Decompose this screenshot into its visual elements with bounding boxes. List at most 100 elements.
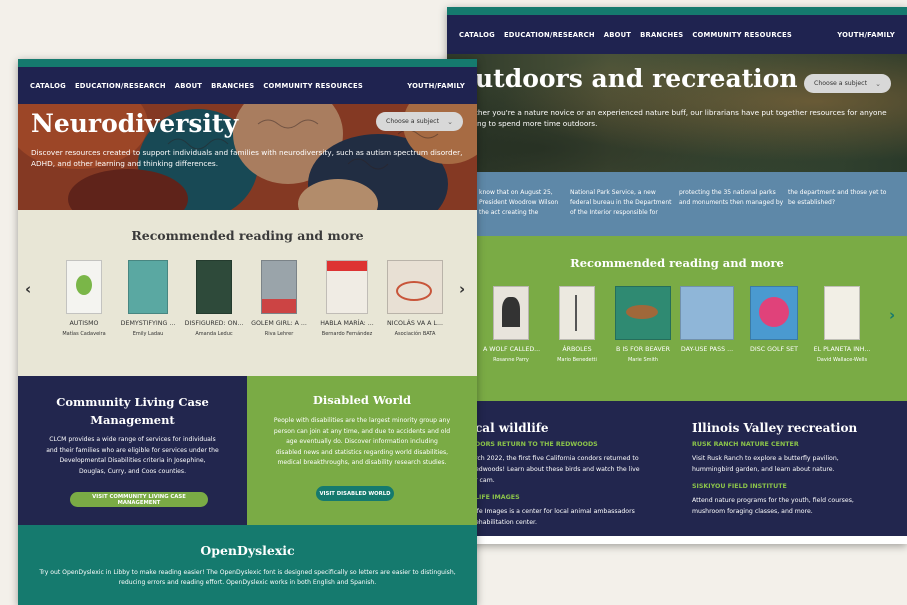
book-author: Asociación BATA bbox=[394, 331, 436, 337]
carousel-next-icon[interactable]: › bbox=[889, 306, 895, 324]
nav-youth-family[interactable]: YOUTH/FAMILY bbox=[407, 82, 465, 90]
wildlife-sub-condors[interactable]: DORS RETURN TO THE REDWOODS bbox=[475, 441, 675, 448]
book-item[interactable]: AUTISMO Matías Cadaveira bbox=[56, 260, 112, 337]
book-title: DEMYSTIFYING ... bbox=[120, 320, 176, 327]
dropdown-label: Choose a subject bbox=[814, 80, 867, 87]
info-columns: cal wildlife DORS RETURN TO THE REDWOODS… bbox=[447, 401, 907, 536]
chevron-down-icon: ⌄ bbox=[447, 117, 453, 126]
book-author: Riva Lehrer bbox=[264, 331, 294, 337]
disabled-world-description: People with disabilities are the largest… bbox=[273, 417, 451, 466]
book-title: GOLEM GIRL: A ... bbox=[251, 320, 307, 327]
carousel-next-icon[interactable]: › bbox=[459, 280, 465, 298]
illinois-valley: Illinois Valley recreation RUSK RANCH NA… bbox=[692, 421, 892, 517]
book-item[interactable]: DISC GOLF SET bbox=[745, 286, 803, 357]
nav-about[interactable]: ABOUT bbox=[175, 82, 202, 90]
nav-catalog[interactable]: CATALOG bbox=[459, 31, 495, 39]
book-cover bbox=[680, 286, 734, 340]
book-item[interactable]: DAY-USE PASS ... bbox=[679, 286, 735, 357]
book-cover bbox=[559, 286, 595, 340]
book-cover bbox=[615, 286, 671, 340]
book-item[interactable]: HABLA MARÍA: ... Bernardo Fernández bbox=[314, 260, 380, 337]
outdoors-hero: utdoors and recreation Choose a subject … bbox=[447, 54, 907, 172]
nav-catalog[interactable]: CATALOG bbox=[30, 82, 66, 90]
illinois-sub-rusk[interactable]: RUSK RANCH NATURE CENTER bbox=[692, 441, 892, 448]
book-item[interactable]: DEMYSTIFYING ... Emily Ladau bbox=[117, 260, 179, 337]
book-author: Mario Benedetti bbox=[557, 357, 597, 363]
book-author: Rosanne Parry bbox=[493, 357, 529, 363]
illinois-heading: Illinois Valley recreation bbox=[692, 421, 858, 435]
hero-description: ther you're a nature novice or an experi… bbox=[475, 108, 887, 128]
book-cover bbox=[196, 260, 232, 314]
wildlife-text-images: ife Images is a center for local animal … bbox=[475, 508, 635, 526]
book-title: DAY-USE PASS ... bbox=[680, 346, 734, 353]
book-cover bbox=[824, 286, 860, 340]
visit-clcm-button[interactable]: VISIT COMMUNITY LIVING CASE MANAGEMENT bbox=[70, 492, 208, 507]
nav-community-resources[interactable]: COMMUNITY RESOURCES bbox=[263, 82, 363, 90]
disabled-world-heading: Disabled World bbox=[312, 393, 412, 407]
book-item[interactable]: B IS FOR BEAVER Marie Smith bbox=[613, 286, 673, 363]
book-author: Matías Cadaveira bbox=[62, 331, 106, 337]
book-author: Amanda Leduc bbox=[195, 331, 233, 337]
illinois-text-rusk: Visit Rusk Ranch to explore a butterfly … bbox=[692, 455, 839, 473]
main-nav: CATALOG EDUCATION/RESEARCH ABOUT BRANCHE… bbox=[447, 15, 907, 54]
book-cover bbox=[326, 260, 368, 314]
fact-col-1: know that on August 25, President Woodrow… bbox=[479, 189, 559, 216]
clcm-description: CLCM provides a wide range of services f… bbox=[46, 436, 219, 475]
visit-disabled-world-button[interactable]: VISIT DISABLED WORLD bbox=[316, 486, 394, 501]
book-cover bbox=[387, 260, 443, 314]
fact-col-2: National Park Service, a new federal bure… bbox=[570, 189, 672, 216]
book-title: DISC GOLF SET bbox=[750, 346, 798, 353]
book-item[interactable]: ÁRBOLES Mario Benedetti bbox=[549, 286, 605, 363]
book-author: Emily Ladau bbox=[132, 331, 164, 337]
illinois-sub-siskiyou[interactable]: SISKIYOU FIELD INSTITUTE bbox=[692, 483, 892, 490]
book-title: ÁRBOLES bbox=[562, 346, 592, 353]
book-item[interactable]: A WOLF CALLED... Rosanne Parry bbox=[483, 286, 541, 363]
nav-education-research[interactable]: EDUCATION/RESEARCH bbox=[75, 82, 166, 90]
book-author: Marie Smith bbox=[627, 357, 659, 363]
page-title: utdoors and recreation bbox=[475, 64, 798, 93]
fact-col-3: protecting the 35 national parks and monu… bbox=[679, 189, 784, 206]
wildlife-text-condors: rch 2022, the first five California cond… bbox=[475, 455, 640, 484]
hero-description: Discover resources created to support in… bbox=[31, 148, 463, 168]
book-title: B IS FOR BEAVER bbox=[616, 346, 670, 353]
nav-about[interactable]: ABOUT bbox=[604, 31, 631, 39]
book-item[interactable]: NICOLÁS VA A L... Asociación BATA bbox=[384, 260, 446, 337]
subject-dropdown[interactable]: Choose a subject ⌄ bbox=[376, 112, 463, 131]
chevron-down-icon: ⌄ bbox=[875, 79, 881, 88]
opendyslexic-section: OpenDyslexic Try out OpenDyslexic in Lib… bbox=[18, 525, 477, 605]
book-title: DISFIGURED: ON... bbox=[184, 320, 244, 327]
dropdown-label: Choose a subject bbox=[386, 118, 439, 125]
carousel-prev-icon[interactable]: ‹ bbox=[25, 280, 31, 298]
book-item[interactable]: GOLEM GIRL: A ... Riva Lehrer bbox=[248, 260, 310, 337]
book-cover bbox=[493, 286, 529, 340]
book-title: AUTISMO bbox=[69, 320, 99, 327]
top-accent-strip bbox=[447, 7, 907, 15]
nav-community-resources[interactable]: COMMUNITY RESOURCES bbox=[692, 31, 792, 39]
book-item[interactable]: DISFIGURED: ON... Amanda Leduc bbox=[183, 260, 245, 337]
book-author: David Wallace-Wells bbox=[816, 357, 868, 363]
top-accent-strip bbox=[18, 59, 477, 67]
nav-branches[interactable]: BRANCHES bbox=[640, 31, 683, 39]
clcm-card: Community Living Case Management CLCM pro… bbox=[18, 376, 247, 525]
subject-dropdown[interactable]: Choose a subject ⌄ bbox=[804, 74, 891, 93]
nav-branches[interactable]: BRANCHES bbox=[211, 82, 254, 90]
resource-cards: Community Living Case Management CLCM pro… bbox=[18, 376, 477, 525]
illinois-text-siskiyou: Attend nature programs for the youth, fi… bbox=[692, 497, 854, 515]
book-title: NICOLÁS VA A L... bbox=[387, 320, 443, 327]
book-title: A WOLF CALLED... bbox=[483, 346, 541, 353]
reading-heading: Recommended reading and more bbox=[570, 256, 784, 270]
neurodiversity-page-window: CATALOG EDUCATION/RESEARCH ABOUT BRANCHE… bbox=[18, 59, 477, 605]
opendyslexic-description: Try out OpenDyslexic in Libby to make re… bbox=[39, 569, 456, 586]
book-item[interactable]: EL PLANETA INH... David Wallace-Wells bbox=[812, 286, 872, 363]
outdoors-page-window: CATALOG EDUCATION/RESEARCH ABOUT BRANCHE… bbox=[447, 7, 907, 544]
nav-youth-family[interactable]: YOUTH/FAMILY bbox=[837, 31, 895, 39]
recommended-reading: Recommended reading and more ‹ AUTISMO M… bbox=[18, 210, 477, 376]
wildlife-sub-images[interactable]: LIFE IMAGES bbox=[475, 494, 675, 501]
book-cover bbox=[66, 260, 102, 314]
main-nav: CATALOG EDUCATION/RESEARCH ABOUT BRANCHE… bbox=[18, 67, 477, 104]
local-wildlife: cal wildlife DORS RETURN TO THE REDWOODS… bbox=[475, 421, 675, 528]
nav-education-research[interactable]: EDUCATION/RESEARCH bbox=[504, 31, 595, 39]
page-title: Neurodiversity bbox=[31, 109, 239, 138]
book-cover bbox=[261, 260, 297, 314]
recommended-reading: Recommended reading and more A WOLF CALL… bbox=[447, 236, 907, 401]
